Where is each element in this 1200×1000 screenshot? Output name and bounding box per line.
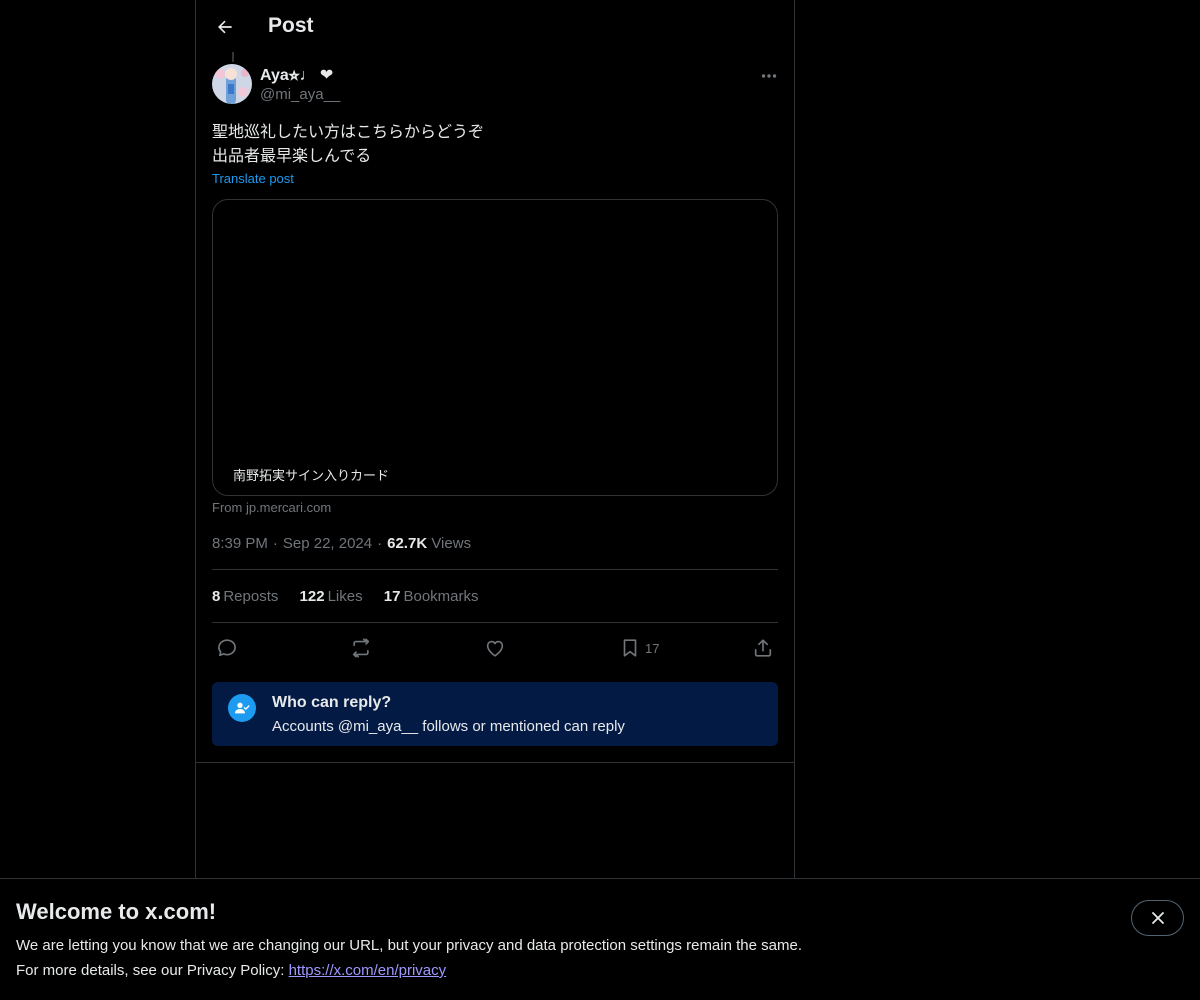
likes-stat[interactable]: 122 Likes [300,588,363,605]
repost-button[interactable] [350,636,372,660]
bookmark-button[interactable]: 17 [619,636,659,660]
author-handle[interactable]: @mi_aya__ [260,86,340,103]
banner-policy-line: For more details, see our Privacy Policy… [16,962,446,979]
main-column: Post Aya⭐︎♩ ❤ @mi_aya__ 聖地巡礼したい方はこちらからどう… [195,0,795,1000]
post-text-line: 出品者最早楽しんでる [212,146,372,165]
share-button[interactable] [752,636,774,660]
bookmarks-count: 17 [383,588,401,605]
bookmark-count: 17 [645,640,660,656]
page-header: Post [196,0,794,54]
post-text: 聖地巡礼したい方はこちらからどうぞ 出品者最早楽しんでる [212,120,484,168]
translate-post-link[interactable]: Translate post [212,171,294,186]
back-button[interactable] [208,10,242,44]
reposts-label: Reposts [223,588,279,605]
like-button[interactable] [484,636,506,660]
post-stats: 8 Reposts 122 Likes 17 Bookmarks [212,588,496,605]
reply-restriction-subtitle: Accounts @mi_aya__ follows or mentioned … [272,718,625,735]
person-check-icon [235,702,250,714]
views-label: Views [431,535,472,552]
bookmarks-label: Bookmarks [403,588,479,605]
card-caption: 南野拓実サイン入りカード [233,469,390,484]
avatar[interactable] [212,64,252,104]
bookmarks-stat[interactable]: 17 Bookmarks [384,588,479,605]
arrow-left-icon [218,20,232,34]
post-text-line: 聖地巡礼したい方はこちらからどうぞ [212,122,485,141]
reply-restriction-notice: Who can reply? Accounts @mi_aya__ follow… [212,682,778,746]
likes-count: 122 [299,588,325,605]
divider [212,622,778,623]
meta-separator: · [272,535,278,552]
thread-line [232,52,234,62]
page-title: Post [268,14,314,37]
reply-restriction-icon [228,694,256,722]
close-banner-button[interactable] [1131,900,1184,936]
post-meta: 8:39 PM · Sep 22, 2024 · 62.7K Views [212,535,471,552]
reply-restriction-title: Who can reply? [272,694,392,711]
reply-button[interactable] [216,636,238,660]
banner-title: Welcome to x.com! [16,899,217,924]
repost-icon [352,638,370,658]
close-icon [1151,912,1164,924]
reply-icon [218,639,236,657]
reposts-count: 8 [212,588,221,605]
divider [212,569,778,570]
post-bottom-divider [196,762,794,763]
banner-policy-text: For more details, see our Privacy Policy… [16,962,289,979]
likes-label: Likes [327,588,363,605]
privacy-policy-link[interactable]: https://x.com/en/privacy [289,962,447,979]
heart-icon [486,640,504,657]
reposts-stat[interactable]: 8 Reposts [212,588,278,605]
bookmark-icon [623,639,637,657]
card-source[interactable]: From jp.mercari.com [212,500,331,515]
meta-separator: · [377,535,383,552]
share-icon [754,639,772,657]
author-name[interactable]: Aya⭐︎♩ ❤ [260,65,333,85]
banner-message: We are letting you know that we are chan… [16,937,802,954]
views-count: 62.7K [387,535,428,552]
more-options-button[interactable] [756,66,782,86]
more-icon [761,74,777,78]
avatar-image [212,64,252,104]
post-time[interactable]: 8:39 PM [212,535,268,552]
welcome-banner: Welcome to x.com! We are letting you kno… [0,878,1200,1000]
link-card[interactable]: 南野拓実サイン入りカード [212,199,778,496]
post-date[interactable]: Sep 22, 2024 [283,535,372,552]
